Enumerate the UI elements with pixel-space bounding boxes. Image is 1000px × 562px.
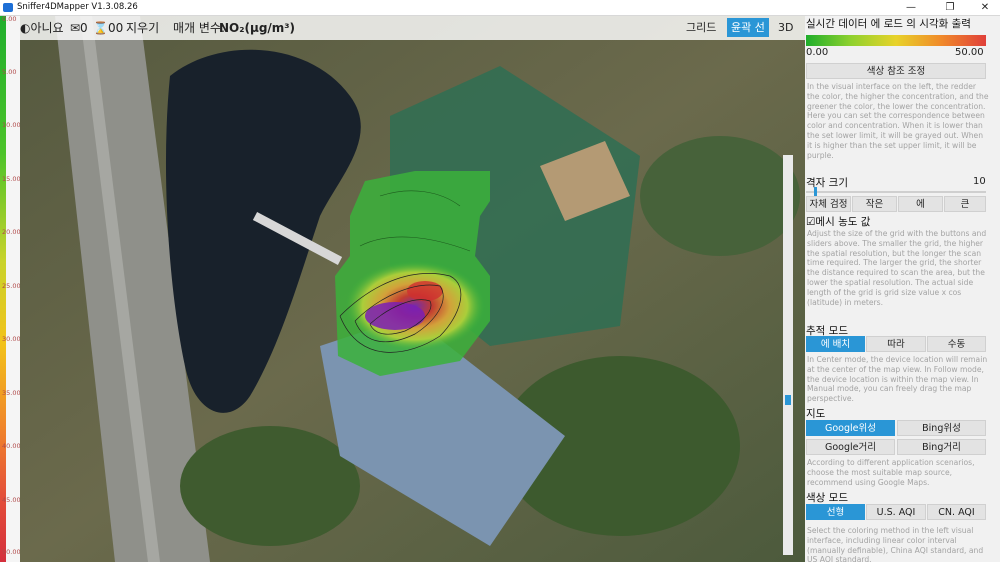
grid-size-value: 10 [973,176,986,187]
scale-label: 45.00 [2,496,21,504]
gradient-max: 50.00 [955,47,984,58]
color-gradient-bar [806,35,986,46]
color-description: In the visual interface on the left, the… [807,82,989,160]
tracking-follow-button[interactable]: 따라 [866,336,926,352]
satellite-map[interactable] [20,16,805,562]
color-mode-label: 색상 모드 [806,492,848,504]
connection-status[interactable]: ◐아니요 [20,16,64,40]
google-satellite-button[interactable]: Google위성 [806,420,895,436]
grid-auto-button[interactable]: 자체 검정 [806,196,851,212]
close-button[interactable]: ✕ [972,0,998,15]
app-icon [3,3,13,12]
bing-street-button[interactable]: Bing거리 [897,439,986,455]
grid-description: Adjust the size of the grid with the but… [807,229,987,307]
scale-label: 20.00 [2,228,21,236]
grid-size-slider-thumb[interactable] [814,187,817,196]
color-mode-description: Select the coloring method in the left v… [807,526,984,562]
parameter-select[interactable]: NO₂(μg/m³) [219,16,295,40]
color-cn-aqi-button[interactable]: CN. AQI [927,504,986,520]
scale-label: 30.00 [2,335,21,343]
grid-small-button[interactable]: 작은 [852,196,897,212]
scale-label: 25.00 [2,282,21,290]
color-adjust-button[interactable]: 색상 참조 조정 [806,63,986,79]
scale-label: 10.00 [2,121,21,129]
restore-button[interactable]: ❐ [937,0,963,15]
window-title: Sniffer4DMapper V1.3.08.26 [17,2,138,12]
tracking-description: In Center mode, the device location will… [807,355,988,404]
map-source-label: 지도 [806,408,826,420]
scale-label: 5.00 [2,68,17,76]
message-count: ✉0 [70,21,88,35]
concentration-scale: 0.00 5.00 10.00 15.00 20.00 25.00 30.00 … [0,15,21,562]
grid-large-button[interactable]: 큰 [944,196,986,212]
mesh-value-checkbox[interactable]: ☑메시 농도 값 [806,214,870,229]
timer-count: ⌛00 [93,21,124,35]
settings-panel: 실시간 데이터 에 로드 의 시각화 출력 0.00 50.00 색상 참조 조… [805,16,1000,562]
grid-medium-button[interactable]: 에 [898,196,943,212]
scale-label: 35.00 [2,389,21,397]
grid-view-button[interactable]: 그리드 [682,18,720,37]
panel-title: 실시간 데이터 에 로드 의 시각화 출력 [806,18,971,30]
scale-label: 0.00 [2,15,17,23]
clear-button[interactable]: 지우기 [126,16,159,40]
color-linear-button[interactable]: 선형 [806,504,865,520]
scrollbar-thumb[interactable] [785,395,791,405]
map-scrollbar[interactable] [783,155,793,555]
scale-label: 50.00 [2,548,21,556]
color-us-aqi-button[interactable]: U.S. AQI [866,504,926,520]
grid-size-slider[interactable] [806,191,986,193]
map-imagery [20,16,805,562]
bing-satellite-button[interactable]: Bing위성 [897,420,986,436]
scale-label: 15.00 [2,175,21,183]
gradient-min: 0.00 [806,47,829,58]
tracking-manual-button[interactable]: 수동 [927,336,986,352]
grid-size-label: 격자 크기 [806,177,848,189]
map-source-description: According to different application scena… [807,458,975,487]
tracking-center-button[interactable]: 에 배치 [806,336,865,352]
parameter-label: 매개 변수: [173,21,226,35]
contour-view-button[interactable]: 윤곽 선 [727,18,769,37]
3d-view-button[interactable]: 3D [774,18,797,37]
scale-label: 40.00 [2,442,21,450]
google-street-button[interactable]: Google거리 [806,439,895,455]
title-bar: Sniffer4DMapper V1.3.08.26 — ❐ ✕ [0,0,1000,16]
minimize-button[interactable]: — [898,0,924,15]
